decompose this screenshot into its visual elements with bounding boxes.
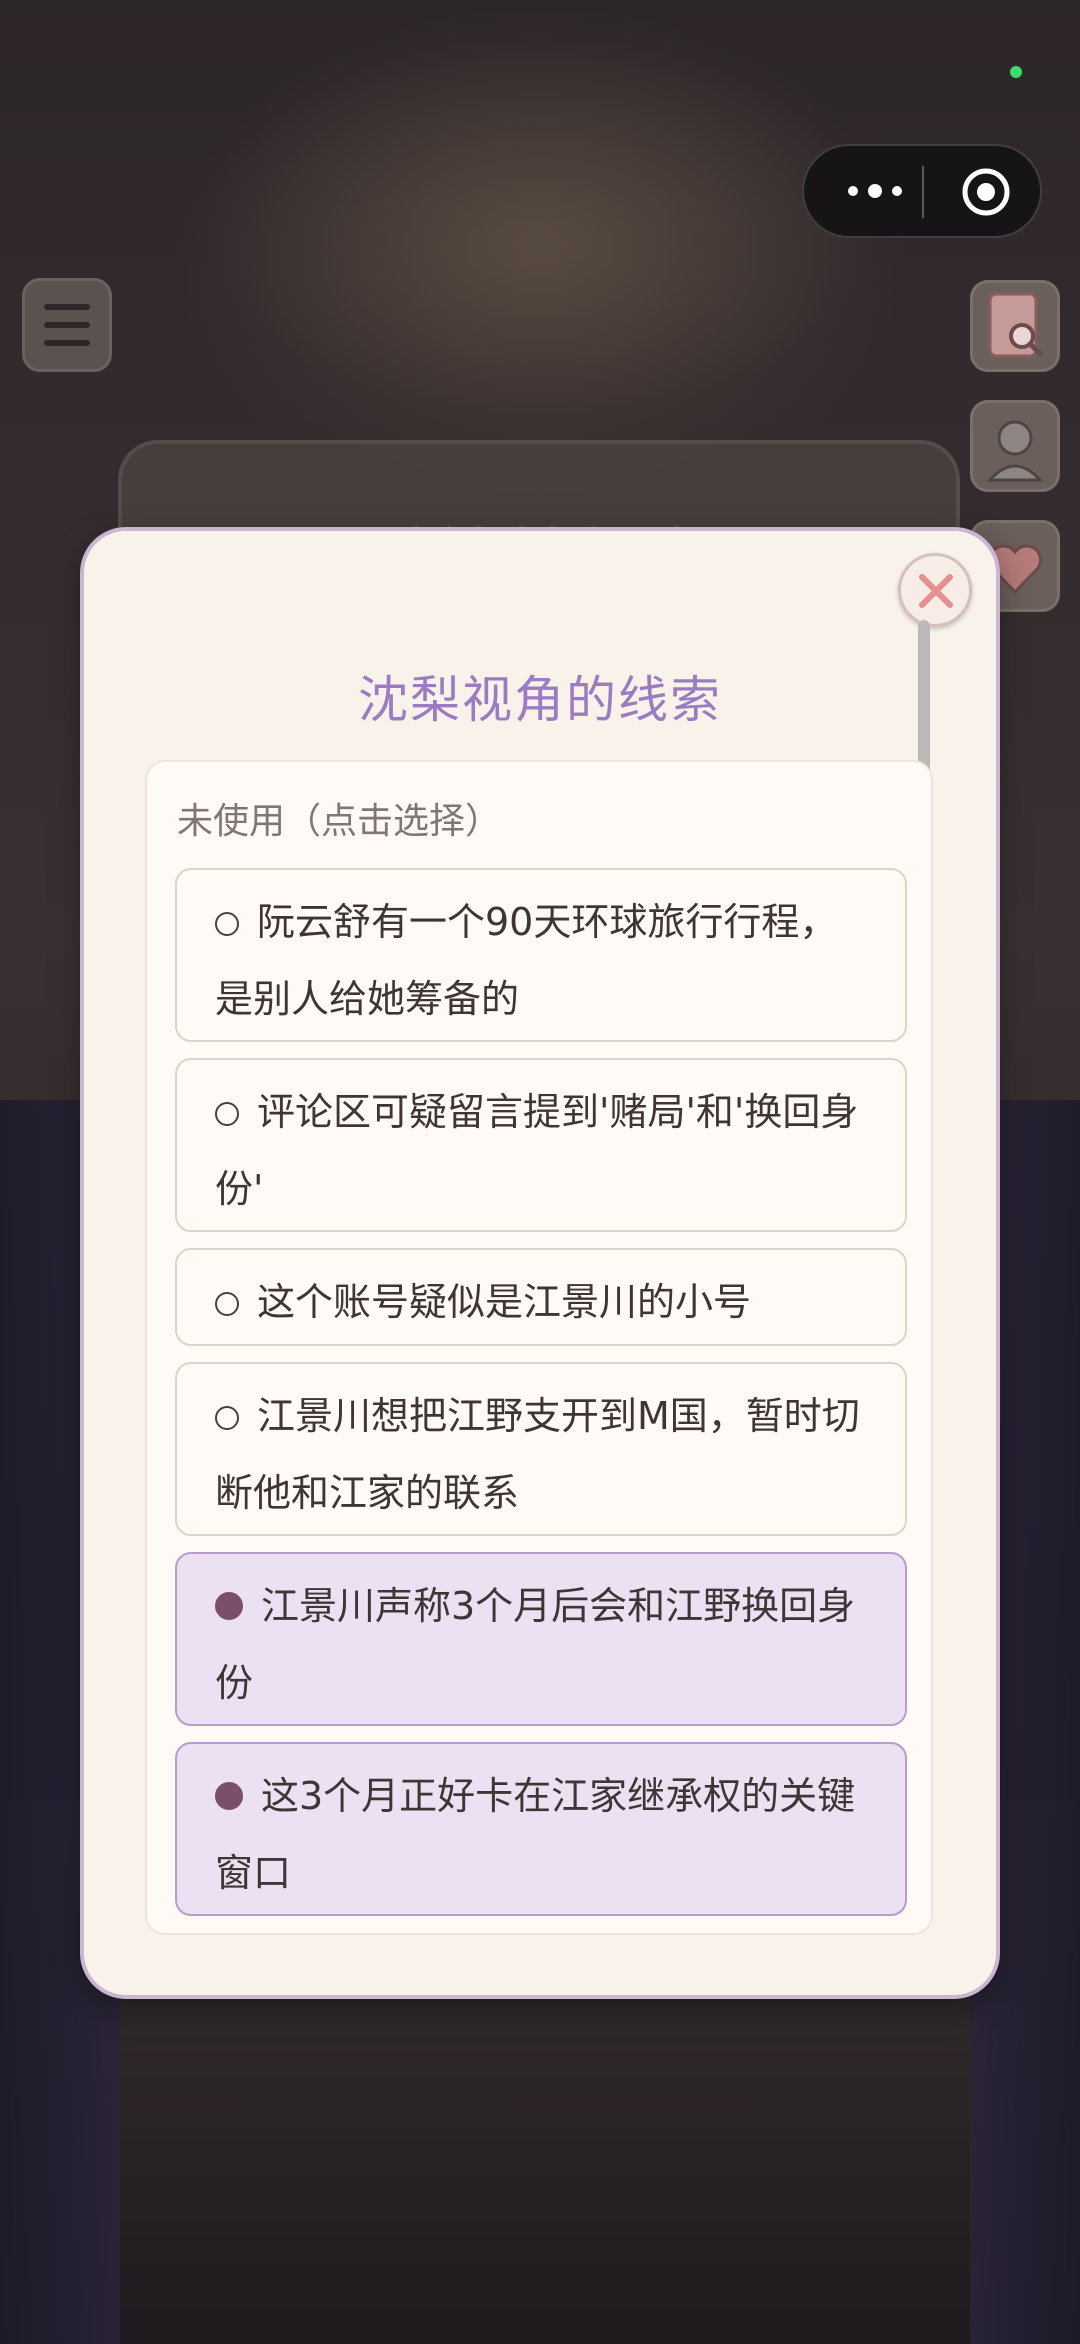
clue-text: 评论区可疑留言提到'赌局'和'换回身份' [215,1090,859,1211]
capsule-divider [922,166,924,218]
radio-empty-icon [215,1102,239,1126]
radio-empty-icon [215,1406,239,1430]
target-icon[interactable] [960,166,1012,218]
radio-filled-icon [215,1782,243,1810]
clue-list: 未使用（点击选择） 阮云舒有一个90天环球旅行行程，是别人给她筹备的 评论区可疑… [145,760,933,1935]
close-icon [919,574,953,608]
clue-item[interactable]: 评论区可疑留言提到'赌局'和'换回身份' [175,1058,907,1232]
notebook-button[interactable] [970,280,1060,372]
character-button[interactable] [970,400,1060,492]
radio-filled-icon [215,1592,243,1620]
mini-program-capsule [802,144,1042,238]
more-dots-icon[interactable] [840,176,930,206]
section-label: 未使用（点击选择） [177,801,502,842]
clue-item-selected[interactable]: 江景川声称3个月后会和江野换回身份 [175,1552,907,1726]
modal-title: 沈梨视角的线索 [358,671,722,729]
character-portrait-icon [986,420,1044,482]
radio-empty-icon [215,912,239,936]
notebook-search-icon [988,292,1043,358]
clue-item[interactable]: 这个账号疑似是江景川的小号 [175,1248,907,1346]
chandelier-glow [200,40,880,420]
clue-text: 阮云舒有一个90天环球旅行行程，是别人给她筹备的 [215,900,838,1021]
status-indicator [1010,66,1022,78]
clue-item[interactable]: 江景川想把江野支开到M国，暂时切断他和江家的联系 [175,1362,907,1536]
clue-item[interactable]: 阮云舒有一个90天环球旅行行程，是别人给她筹备的 [175,868,907,1042]
clue-text: 江景川想把江野支开到M国，暂时切断他和江家的联系 [215,1394,860,1515]
clue-text: 这个账号疑似是江景川的小号 [257,1280,752,1324]
clue-text: 江景川声称3个月后会和江野换回身份 [215,1584,856,1705]
close-button[interactable] [898,553,972,627]
clue-item-selected[interactable]: 这3个月正好卡在江家继承权的关键窗口 [175,1742,907,1916]
menu-button[interactable] [22,278,112,372]
clue-text: 这3个月正好卡在江家继承权的关键窗口 [215,1774,856,1895]
radio-empty-icon [215,1292,239,1316]
